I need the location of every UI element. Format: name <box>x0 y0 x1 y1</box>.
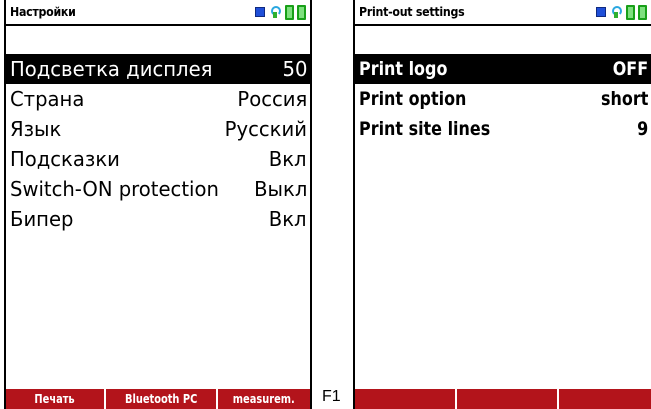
connection-icon <box>596 7 606 17</box>
sensor-icon <box>270 6 281 18</box>
menu-item-beeper[interactable]: Бипер Вкл <box>6 204 310 234</box>
menu-item-value: Россия <box>237 87 307 111</box>
battery-icon <box>297 4 306 20</box>
menu-item-country[interactable]: Страна Россия <box>6 84 310 114</box>
sensor-icon <box>611 6 622 18</box>
menu-item-label: Print site lines <box>359 118 491 140</box>
screen-title: Настройки <box>10 5 76 19</box>
menu-item-print-site-lines[interactable]: Print site lines 9 <box>355 114 651 144</box>
softkey-3[interactable] <box>559 389 651 409</box>
menu-item-value: Русский <box>224 117 307 141</box>
softkey-label: measurem. <box>233 392 295 406</box>
settings-menu: Подсветка дисплея 50 Страна Россия Язык … <box>6 54 310 234</box>
menu-item-display-backlight[interactable]: Подсветка дисплея 50 <box>6 54 310 84</box>
menu-item-label: Бипер <box>10 207 74 231</box>
print-settings-menu: Print logo OFF Print option short Print … <box>355 54 651 144</box>
battery-icon <box>638 4 647 20</box>
softkey-measurement[interactable]: measurem. <box>218 389 310 409</box>
menu-item-switch-on-protection[interactable]: Switch-ON protection Выкл <box>6 174 310 204</box>
menu-item-label: Print option <box>359 88 467 110</box>
status-icons <box>596 3 647 21</box>
softkey-print[interactable]: Печать <box>6 389 106 409</box>
menu-item-label: Подсветка дисплея <box>10 57 213 81</box>
softkey-label: Bluetooth PC <box>124 392 198 406</box>
print-out-settings-screen: Print-out settings Print logo OFF Print … <box>353 0 651 409</box>
menu-item-label: Print logo <box>359 58 448 80</box>
menu-item-print-option[interactable]: Print option short <box>355 84 651 114</box>
menu-item-label: Switch-ON protection <box>10 177 219 201</box>
screen-title: Print-out settings <box>359 5 465 19</box>
softkey-bar <box>355 389 651 409</box>
battery-icon <box>626 4 635 20</box>
menu-item-value: Вкл <box>269 207 307 231</box>
menu-item-label: Страна <box>10 87 85 111</box>
f1-annotation: F1 <box>322 388 341 405</box>
menu-item-value: OFF <box>612 58 648 80</box>
status-icons <box>255 3 306 21</box>
menu-item-value: 50 <box>282 57 307 81</box>
softkey-1[interactable] <box>355 389 457 409</box>
menu-item-language[interactable]: Язык Русский <box>6 114 310 144</box>
softkey-bluetooth-pc[interactable]: Bluetooth PC <box>106 389 218 409</box>
menu-item-label: Язык <box>10 117 62 141</box>
connection-icon <box>255 7 265 17</box>
menu-item-value: Выкл <box>253 177 307 201</box>
menu-item-label: Подсказки <box>10 147 120 171</box>
menu-item-value: 9 <box>636 118 648 140</box>
settings-screen: Настройки Подсветка дисплея 50 Страна Ро… <box>4 0 312 409</box>
menu-item-print-logo[interactable]: Print logo OFF <box>355 54 651 84</box>
menu-item-value: Вкл <box>269 147 307 171</box>
menu-item-hints[interactable]: Подсказки Вкл <box>6 144 310 174</box>
title-bar: Print-out settings <box>355 0 651 26</box>
menu-item-value: short <box>600 88 648 110</box>
battery-icon <box>285 4 294 20</box>
softkey-2[interactable] <box>457 389 559 409</box>
title-bar: Настройки <box>6 0 310 26</box>
softkey-bar: Печать Bluetooth PC measurem. <box>6 389 310 409</box>
softkey-label: Печать <box>34 392 76 406</box>
